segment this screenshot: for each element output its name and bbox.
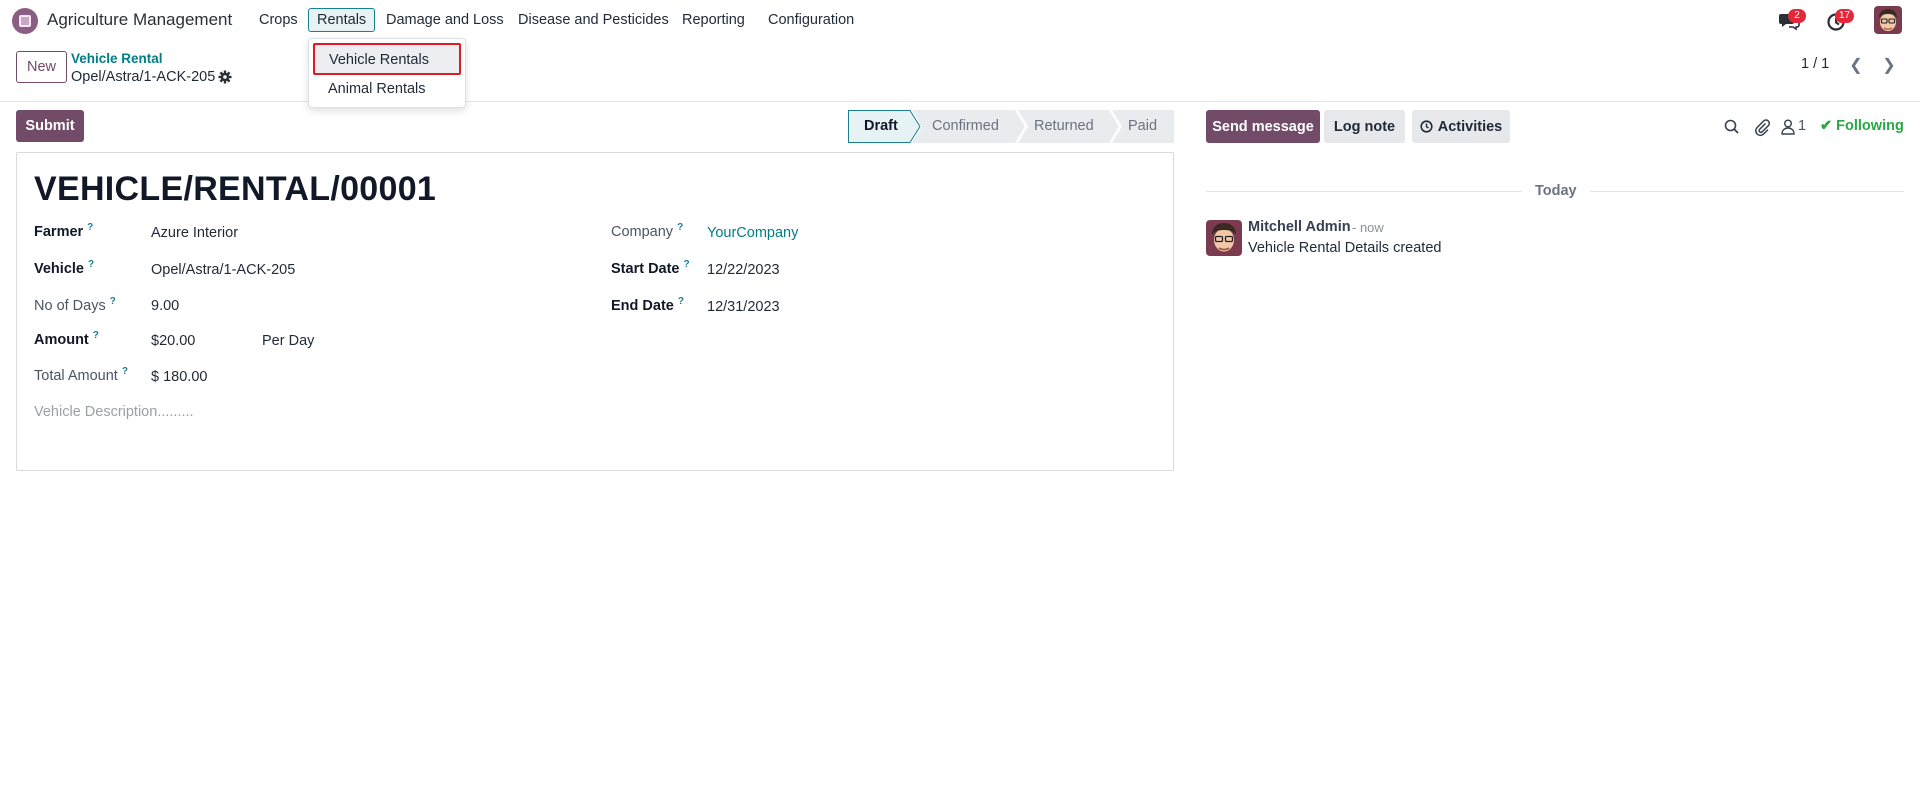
app-logo-icon[interactable]	[12, 8, 38, 34]
record-title: VEHICLE/RENTAL/00001	[34, 170, 437, 208]
pager-previous-icon[interactable]: ❮	[1841, 52, 1871, 78]
menu-crops[interactable]: Crops	[259, 12, 298, 28]
menu-disease-and-pesticides[interactable]: Disease and Pesticides	[518, 12, 669, 28]
app-name[interactable]: Agriculture Management	[47, 10, 232, 30]
menu-reporting[interactable]: Reporting	[682, 12, 745, 28]
total-amount-label: Total Amount?	[34, 366, 128, 384]
end-date-label: End Date?	[611, 296, 684, 314]
status-bar: Draft Confirmed Returned Paid	[848, 110, 1174, 143]
send-message-button[interactable]: Send message	[1206, 110, 1320, 143]
message-author[interactable]: Mitchell Admin	[1248, 219, 1351, 235]
followers-count[interactable]: 1	[1798, 118, 1806, 134]
stage-confirmed[interactable]: Confirmed	[932, 118, 999, 134]
paperclip-icon[interactable]	[1752, 117, 1772, 137]
pager-next-icon[interactable]: ❯	[1874, 52, 1904, 78]
help-icon[interactable]: ?	[88, 259, 94, 270]
amount-label: Amount?	[34, 330, 99, 348]
menu-damage-and-loss[interactable]: Damage and Loss	[386, 12, 504, 28]
total-amount-field: $ 180.00	[151, 369, 208, 385]
amount-field[interactable]: $20.00	[151, 333, 195, 349]
vehicle-description-field[interactable]: Vehicle Description.........	[34, 404, 194, 420]
header-divider	[0, 101, 1920, 102]
help-icon[interactable]: ?	[93, 330, 99, 341]
stage-draft[interactable]: Draft	[864, 118, 898, 134]
form-sheet: VEHICLE/RENTAL/00001 Farmer? Azure Inter…	[16, 152, 1174, 471]
company-label: Company?	[611, 222, 684, 240]
help-icon[interactable]: ?	[684, 259, 690, 270]
followers-user-icon[interactable]	[1780, 117, 1796, 137]
amount-unit: Per Day	[262, 333, 315, 349]
company-field[interactable]: YourCompany	[707, 225, 798, 241]
activities-badge: 17	[1835, 9, 1855, 23]
menu-item-vehicle-rentals[interactable]: Vehicle Rentals	[313, 43, 461, 75]
today-separator: Today	[1535, 183, 1577, 199]
new-button[interactable]: New	[16, 51, 67, 83]
vehicle-field[interactable]: Opel/Astra/1-ACK-205	[151, 262, 295, 278]
farmer-field[interactable]: Azure Interior	[151, 225, 238, 241]
help-icon[interactable]: ?	[678, 296, 684, 307]
submit-button[interactable]: Submit	[16, 110, 84, 142]
breadcrumb-record-name: Opel/Astra/1-ACK-205	[71, 69, 216, 85]
help-icon[interactable]: ?	[110, 296, 116, 307]
start-date-field[interactable]: 12/22/2023	[707, 262, 780, 278]
search-icon[interactable]	[1722, 117, 1742, 137]
activities-label: Activities	[1437, 118, 1503, 135]
stage-returned[interactable]: Returned	[1034, 118, 1094, 134]
pager-value[interactable]: 1 / 1	[1801, 56, 1829, 72]
rentals-dropdown: Vehicle Rentals Animal Rentals	[308, 38, 466, 108]
following-button[interactable]: ✔ Following	[1820, 118, 1904, 134]
log-note-button[interactable]: Log note	[1324, 110, 1405, 143]
activities-button[interactable]: Activities	[1412, 110, 1510, 143]
gear-icon[interactable]	[218, 70, 232, 84]
message-body: Vehicle Rental Details created	[1248, 240, 1442, 256]
farmer-label: Farmer?	[34, 222, 94, 240]
start-date-label: Start Date?	[611, 259, 690, 277]
author-avatar[interactable]	[1206, 220, 1242, 256]
vehicle-label: Vehicle?	[34, 259, 95, 277]
days-label: No of Days?	[34, 296, 116, 314]
today-divider-right	[1590, 191, 1904, 192]
stage-paid[interactable]: Paid	[1128, 118, 1157, 134]
help-icon[interactable]: ?	[87, 222, 93, 233]
message-time: - now	[1352, 220, 1384, 235]
help-icon[interactable]: ?	[677, 222, 683, 233]
end-date-field[interactable]: 12/31/2023	[707, 299, 780, 315]
breadcrumb-vehicle-rental[interactable]: Vehicle Rental	[71, 51, 163, 66]
menu-rentals[interactable]: Rentals	[308, 8, 376, 32]
help-icon[interactable]: ?	[122, 366, 128, 377]
messages-badge: 2	[1788, 9, 1806, 23]
days-field[interactable]: 9.00	[151, 298, 179, 314]
clock-icon	[1420, 120, 1433, 133]
today-divider-left	[1206, 191, 1522, 192]
check-icon: ✔	[1820, 118, 1833, 134]
user-avatar[interactable]	[1874, 6, 1902, 34]
menu-configuration[interactable]: Configuration	[768, 12, 854, 28]
menu-item-animal-rentals[interactable]: Animal Rentals	[309, 79, 465, 99]
top-navbar: Agriculture Management Crops Rentals Dam…	[0, 0, 1920, 42]
